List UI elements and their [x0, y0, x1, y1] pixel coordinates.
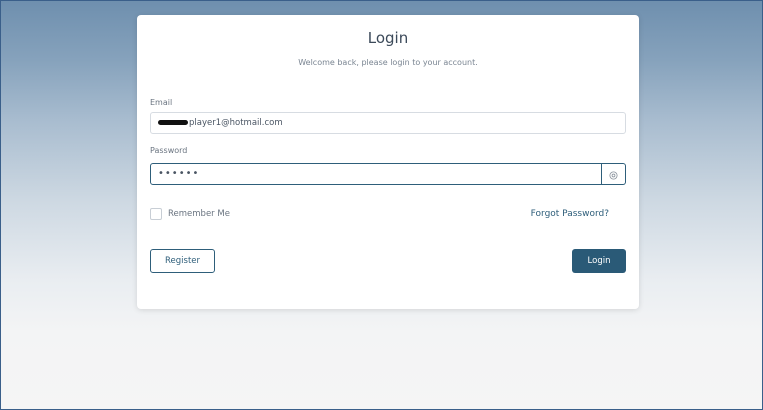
register-button[interactable]: Register: [150, 249, 215, 273]
password-masked-value: ••••••: [158, 168, 200, 179]
remember-me[interactable]: Remember Me: [150, 208, 230, 220]
show-password-button[interactable]: [602, 163, 626, 185]
remember-me-label: Remember Me: [168, 209, 230, 219]
login-subtitle: Welcome back, please login to your accou…: [298, 58, 478, 67]
email-field[interactable]: player1@hotmail.com: [150, 112, 626, 134]
remember-me-checkbox[interactable]: [150, 208, 162, 220]
password-label: Password: [150, 146, 188, 155]
eye-icon: [609, 165, 618, 184]
email-label: Email: [150, 98, 173, 107]
login-button[interactable]: Login: [572, 249, 626, 273]
email-value: player1@hotmail.com: [189, 118, 283, 128]
password-field[interactable]: ••••••: [150, 163, 602, 185]
login-card: Login Welcome back, please login to your…: [137, 15, 639, 309]
redaction-mark: [158, 120, 188, 125]
login-title: Login: [367, 29, 409, 47]
forgot-password-link[interactable]: Forgot Password?: [531, 209, 609, 219]
